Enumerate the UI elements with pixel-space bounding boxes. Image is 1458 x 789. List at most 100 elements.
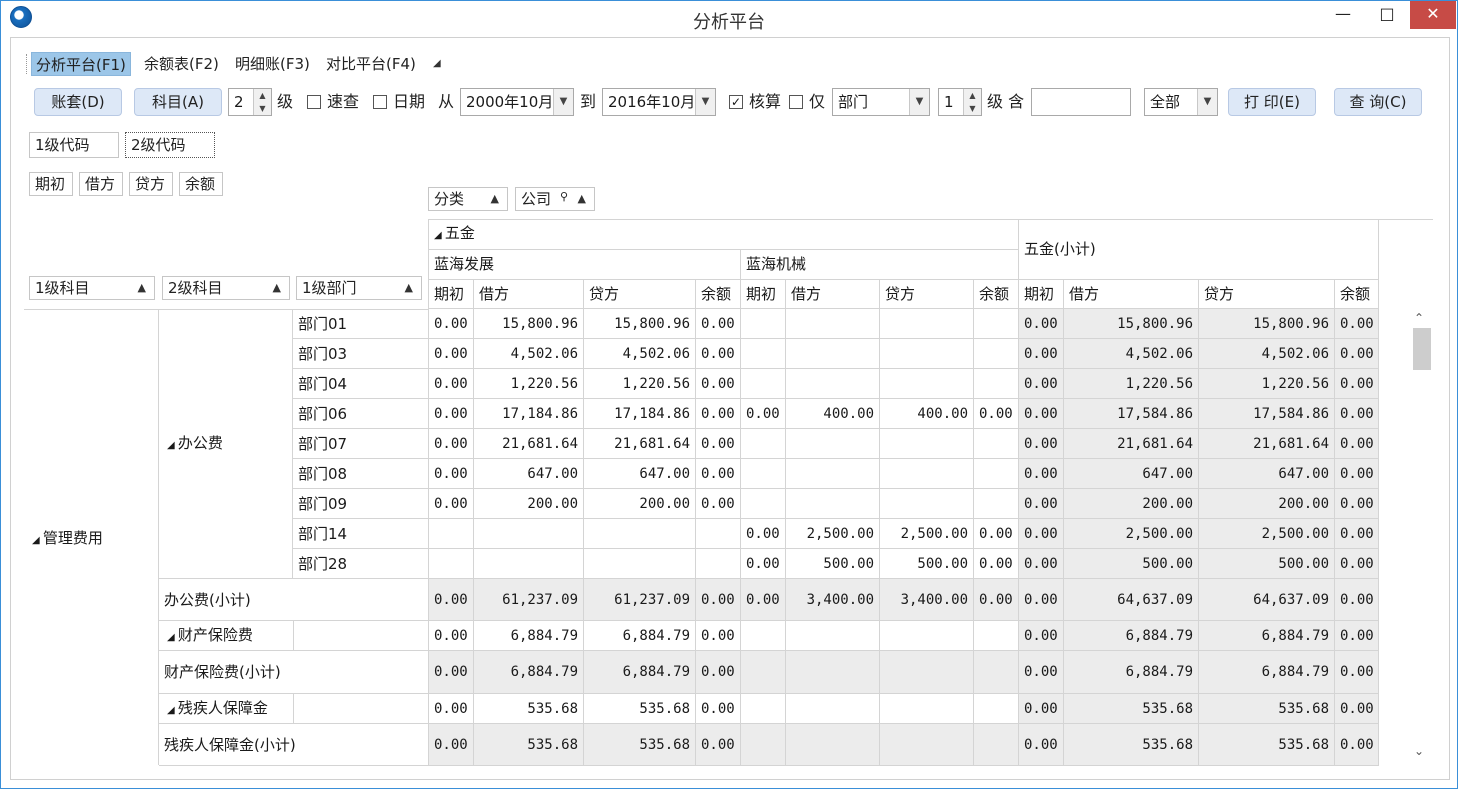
value-cell[interactable] — [880, 369, 974, 399]
value-cell[interactable] — [786, 309, 880, 339]
measure-field[interactable]: 借方 — [79, 172, 123, 196]
value-cell[interactable]: 0.00 — [1019, 621, 1064, 651]
value-cell[interactable] — [974, 309, 1019, 339]
value-cell[interactable]: 0.00 — [1019, 724, 1064, 766]
dept-row-header[interactable]: 部门06 — [293, 399, 429, 429]
value-cell[interactable]: 3,400.00 — [880, 579, 974, 621]
value-cell[interactable]: 6,884.79 — [474, 621, 584, 651]
value-cell[interactable]: 6,884.79 — [474, 651, 584, 694]
value-cell[interactable]: 0.00 — [741, 579, 786, 621]
value-cell[interactable] — [786, 339, 880, 369]
measure-field[interactable]: 余额 — [179, 172, 223, 196]
subject-row-header[interactable]: ◢ 残疾人保障金 — [159, 694, 294, 724]
value-cell[interactable]: 6,884.79 — [584, 621, 696, 651]
value-cell[interactable]: 0.00 — [741, 519, 786, 549]
value-cell[interactable]: 17,184.86 — [584, 399, 696, 429]
row-field-l1-dept[interactable]: 1级部门 ▲ — [296, 276, 422, 300]
value-cell[interactable]: 0.00 — [428, 579, 474, 621]
value-cell[interactable]: 64,637.09 — [1064, 579, 1199, 621]
value-cell[interactable]: 0.00 — [428, 309, 474, 339]
subtotal-row-header[interactable]: 办公费(小计) — [159, 579, 429, 621]
value-cell[interactable]: 0.00 — [428, 399, 474, 429]
value-cell[interactable]: 2,500.00 — [1064, 519, 1199, 549]
value-cell[interactable]: 0.00 — [1335, 549, 1379, 579]
close-button[interactable]: ✕ — [1410, 1, 1456, 29]
value-cell[interactable]: 200.00 — [1064, 489, 1199, 519]
value-cell[interactable]: 0.00 — [696, 489, 741, 519]
value-cell[interactable] — [741, 309, 786, 339]
value-cell[interactable]: 0.00 — [696, 651, 741, 694]
collapse-icon[interactable]: ◢ — [434, 230, 445, 241]
subject-row-header[interactable]: ◢ 财产保险费 — [159, 621, 294, 651]
value-cell[interactable] — [974, 429, 1019, 459]
value-cell[interactable]: 15,800.96 — [1199, 309, 1335, 339]
value-cell[interactable]: 0.00 — [1335, 309, 1379, 339]
value-cell[interactable]: 1,220.56 — [584, 369, 696, 399]
value-cell[interactable]: 21,681.64 — [1064, 429, 1199, 459]
value-cell[interactable]: 0.00 — [1335, 579, 1379, 621]
menu-balance[interactable]: 余额表(F2) — [140, 52, 223, 76]
value-cell[interactable]: 647.00 — [474, 459, 584, 489]
value-cell[interactable]: 0.00 — [696, 621, 741, 651]
value-cell[interactable]: 0.00 — [696, 579, 741, 621]
minimize-button[interactable]: — — [1321, 1, 1365, 29]
value-cell[interactable]: 2,500.00 — [1199, 519, 1335, 549]
value-cell[interactable]: 0.00 — [428, 724, 474, 766]
value-cell[interactable]: 0.00 — [428, 339, 474, 369]
value-cell[interactable]: 17,584.86 — [1199, 399, 1335, 429]
include-input[interactable] — [1031, 88, 1131, 116]
value-cell[interactable] — [974, 724, 1019, 766]
value-cell[interactable]: 200.00 — [584, 489, 696, 519]
dept-level-spin-icon[interactable]: ▲ ▼ — [963, 89, 981, 115]
check-checkbox[interactable]: ✓ — [729, 95, 743, 109]
value-cell[interactable]: 0.00 — [1019, 489, 1064, 519]
value-cell[interactable] — [474, 549, 584, 579]
collapse-icon[interactable]: ◢ — [32, 535, 43, 546]
value-cell[interactable] — [741, 694, 786, 724]
value-cell[interactable]: 6,884.79 — [1199, 621, 1335, 651]
dept-row-header[interactable]: 部门07 — [293, 429, 429, 459]
value-cell[interactable]: 4,502.06 — [1199, 339, 1335, 369]
value-cell[interactable] — [786, 459, 880, 489]
dept-select[interactable]: 部门 ▼ — [832, 88, 930, 116]
menu-analysis[interactable]: 分析平台(F1) — [31, 52, 131, 76]
value-cell[interactable] — [584, 549, 696, 579]
dept-row-header[interactable]: 部门09 — [293, 489, 429, 519]
subtotal-row-header[interactable]: 残疾人保障金(小计) — [159, 724, 429, 766]
value-cell[interactable] — [741, 651, 786, 694]
value-cell[interactable]: 2,500.00 — [786, 519, 880, 549]
value-cell[interactable]: 2,500.00 — [880, 519, 974, 549]
collapse-icon[interactable]: ◢ — [167, 632, 178, 643]
value-cell[interactable]: 0.00 — [1335, 621, 1379, 651]
value-cell[interactable]: 535.68 — [584, 694, 696, 724]
value-cell[interactable]: 500.00 — [880, 549, 974, 579]
scroll-down-icon[interactable]: ⌄ — [1414, 744, 1424, 758]
category-header[interactable]: ◢ 五金 — [428, 219, 1019, 250]
value-cell[interactable]: 0.00 — [428, 369, 474, 399]
value-cell[interactable]: 6,884.79 — [1064, 651, 1199, 694]
collapse-icon[interactable]: ◢ — [167, 440, 178, 451]
value-cell[interactable] — [741, 369, 786, 399]
value-cell[interactable]: 0.00 — [1335, 651, 1379, 694]
value-cell[interactable]: 15,800.96 — [1064, 309, 1199, 339]
value-cell[interactable] — [741, 459, 786, 489]
scope-select[interactable]: 全部 ▼ — [1144, 88, 1218, 116]
value-cell[interactable] — [974, 489, 1019, 519]
value-cell[interactable] — [584, 519, 696, 549]
value-cell[interactable]: 535.68 — [1064, 694, 1199, 724]
chevron-down-icon[interactable]: ▼ — [909, 89, 929, 115]
scroll-thumb[interactable] — [1413, 328, 1431, 370]
chevron-down-icon[interactable]: ▼ — [1197, 89, 1217, 115]
value-cell[interactable]: 500.00 — [1199, 549, 1335, 579]
value-cell[interactable]: 0.00 — [1019, 694, 1064, 724]
menu-overflow-icon[interactable]: ◢ — [433, 58, 441, 69]
dept-row-header[interactable]: 部门01 — [293, 309, 429, 339]
value-cell[interactable]: 535.68 — [1199, 724, 1335, 766]
book-button[interactable]: 账套(D) — [34, 88, 122, 116]
subtotal-row-header[interactable]: 财产保险费(小计) — [159, 651, 429, 694]
value-cell[interactable] — [974, 369, 1019, 399]
value-cell[interactable]: 0.00 — [1335, 459, 1379, 489]
value-cell[interactable]: 0.00 — [696, 399, 741, 429]
value-cell[interactable]: 4,502.06 — [474, 339, 584, 369]
value-cell[interactable]: 535.68 — [1064, 724, 1199, 766]
